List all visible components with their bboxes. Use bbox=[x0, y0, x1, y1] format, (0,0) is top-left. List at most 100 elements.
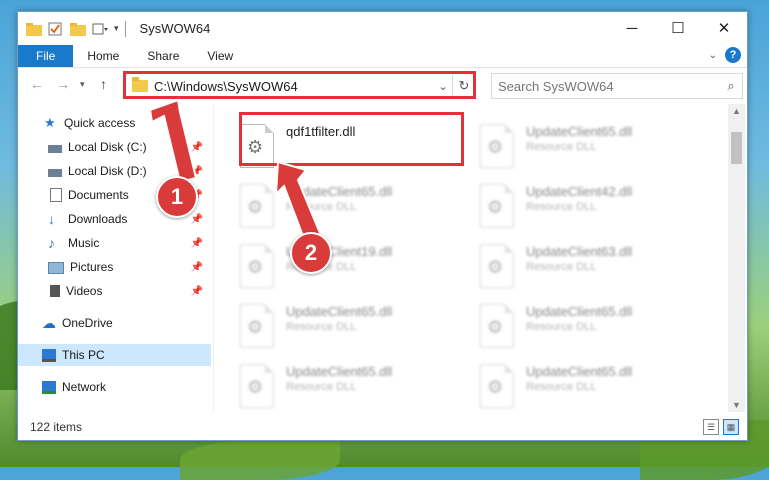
dll-file-icon: ⚙ bbox=[240, 244, 274, 288]
search-input[interactable] bbox=[492, 77, 720, 95]
close-button[interactable]: ✕ bbox=[701, 12, 747, 44]
file-item[interactable]: ⚙ UpdateClient42.dll Resource DLL bbox=[480, 182, 700, 234]
tab-share[interactable]: Share bbox=[133, 45, 193, 67]
nav-label: Quick access bbox=[64, 116, 136, 130]
nav-label: Local Disk (D:) bbox=[68, 164, 147, 178]
file-name: UpdateClient65.dll bbox=[526, 124, 633, 139]
item-count: 122 items bbox=[30, 420, 83, 434]
details-view-icon[interactable]: ☰ bbox=[703, 419, 719, 435]
nav-item-local-disk-c[interactable]: Local Disk (C:) 📌 bbox=[18, 136, 211, 158]
nav-item-onedrive[interactable]: ☁ OneDrive bbox=[18, 312, 211, 334]
file-item[interactable]: ⚙ UpdateClient65.dll Resource DLL bbox=[240, 302, 460, 354]
gear-icon: ⚙ bbox=[247, 377, 264, 397]
search-box[interactable]: ⌕ bbox=[491, 73, 743, 99]
nav-label: Downloads bbox=[68, 212, 128, 226]
dll-file-icon: ⚙ bbox=[240, 364, 274, 408]
help-button[interactable]: ? bbox=[725, 47, 741, 63]
pin-icon[interactable]: 📌 bbox=[191, 166, 203, 177]
forward-button[interactable]: → bbox=[56, 76, 70, 92]
scroll-down-icon[interactable]: ▼ bbox=[728, 400, 745, 410]
pin-icon[interactable]: 📌 bbox=[191, 238, 203, 249]
scrollbar-thumb[interactable] bbox=[731, 132, 742, 164]
gear-icon: ⚙ bbox=[487, 137, 504, 157]
file-item[interactable]: ⚙ UpdateClient65.dll Resource DLL bbox=[240, 182, 460, 234]
gear-icon: ⚙ bbox=[247, 197, 264, 217]
gear-icon: ⚙ bbox=[247, 317, 264, 337]
maximize-button[interactable]: ☐ bbox=[655, 12, 701, 44]
pin-icon[interactable]: 📌 bbox=[191, 142, 203, 153]
nav-item-network[interactable]: Network bbox=[18, 376, 211, 398]
music-note-icon: ♪ bbox=[48, 235, 55, 251]
refresh-icon[interactable]: ↻ bbox=[452, 75, 475, 97]
drive-icon bbox=[48, 168, 62, 177]
tab-file[interactable]: File bbox=[18, 45, 74, 67]
up-button[interactable]: ↑ bbox=[100, 76, 107, 92]
file-item[interactable]: ⚙ UpdateClient65.dll Resource DLL bbox=[480, 362, 700, 412]
nav-label: Videos bbox=[66, 284, 103, 298]
file-type: Resource DLL bbox=[526, 201, 597, 213]
pin-icon[interactable]: 📌 bbox=[191, 286, 203, 297]
nav-item-quick-access[interactable]: ★ Quick access bbox=[18, 112, 211, 134]
title-separator bbox=[124, 20, 126, 37]
nav-label: Network bbox=[62, 380, 107, 394]
dll-file-icon: ⚙ bbox=[480, 304, 514, 348]
new-folder-icon[interactable] bbox=[70, 22, 86, 36]
gear-icon: ⚙ bbox=[487, 257, 504, 277]
tab-view[interactable]: View bbox=[193, 45, 247, 67]
computer-icon bbox=[42, 349, 56, 362]
file-name: UpdateClient65.dll bbox=[286, 184, 393, 199]
vertical-scrollbar[interactable]: ▲ ▼ bbox=[728, 104, 745, 412]
address-dropdown-icon[interactable]: ⌄ bbox=[434, 80, 452, 93]
nav-label: Documents bbox=[68, 188, 129, 202]
pictures-icon bbox=[48, 262, 64, 274]
address-path[interactable]: C:\Windows\SysWOW64 bbox=[154, 79, 434, 94]
file-name: UpdateClient65.dll bbox=[526, 304, 633, 319]
title-bar: ▾ SysWOW64 ─ ☐ ✕ bbox=[18, 12, 747, 45]
back-button[interactable]: ← bbox=[30, 76, 44, 92]
nav-item-pictures[interactable]: Pictures 📌 bbox=[18, 256, 211, 278]
gear-icon: ⚙ bbox=[487, 377, 504, 397]
gear-icon: ⚙ bbox=[487, 317, 504, 337]
expand-ribbon-icon[interactable]: ⌄ bbox=[709, 50, 717, 61]
properties-icon[interactable] bbox=[48, 22, 64, 36]
nav-item-videos[interactable]: Videos 📌 bbox=[18, 280, 211, 302]
navigation-pane: ★ Quick access Local Disk (C:) 📌 Local D… bbox=[18, 104, 213, 412]
tab-home[interactable]: Home bbox=[73, 45, 133, 67]
step-2-badge: 2 bbox=[290, 232, 332, 274]
minimize-button[interactable]: ─ bbox=[609, 12, 655, 44]
download-arrow-icon: ↓ bbox=[48, 211, 55, 227]
recent-locations-icon[interactable]: ▾ bbox=[80, 79, 85, 90]
file-name: UpdateClient65.dll bbox=[286, 364, 393, 379]
dll-file-icon: ⚙ bbox=[480, 124, 514, 168]
dll-file-icon: ⚙ bbox=[480, 184, 514, 228]
file-item[interactable]: ⚙ UpdateClient65.dll Resource DLL bbox=[480, 122, 700, 174]
file-type: Resource DLL bbox=[526, 261, 597, 273]
dll-file-icon: ⚙ bbox=[240, 184, 274, 228]
customize-toolbar-icon[interactable] bbox=[92, 22, 108, 36]
nav-label: Local Disk (C:) bbox=[68, 140, 147, 154]
file-name: UpdateClient63.dll bbox=[526, 244, 633, 259]
gear-icon: ⚙ bbox=[487, 197, 504, 217]
documents-icon bbox=[50, 188, 62, 202]
drive-icon bbox=[48, 144, 62, 153]
scroll-up-icon[interactable]: ▲ bbox=[728, 106, 745, 116]
nav-item-music[interactable]: ♪ Music 📌 bbox=[18, 232, 211, 254]
qa-dropdown-icon[interactable]: ▾ bbox=[114, 23, 119, 34]
nav-label: OneDrive bbox=[62, 316, 113, 330]
file-type: Resource DLL bbox=[286, 321, 357, 333]
file-item[interactable]: ⚙ UpdateClient63.dll Resource DLL bbox=[480, 242, 700, 294]
explorer-window: ▾ SysWOW64 ─ ☐ ✕ File Home Share View ⌄ … bbox=[17, 11, 748, 441]
pin-icon[interactable]: 📌 bbox=[191, 214, 203, 225]
pin-icon[interactable]: 📌 bbox=[191, 262, 203, 273]
file-type: Resource DLL bbox=[286, 381, 357, 393]
file-item[interactable]: ⚙ UpdateClient65.dll Resource DLL bbox=[480, 302, 700, 354]
file-item[interactable]: ⚙ UpdateClient19.dllResource DLL bbox=[240, 242, 460, 294]
file-item[interactable]: ⚙ UpdateClient65.dll Resource DLL bbox=[240, 362, 460, 412]
gear-icon: ⚙ bbox=[247, 257, 264, 277]
address-bar[interactable]: C:\Windows\SysWOW64 ⌄ ↻ bbox=[125, 73, 476, 99]
large-icons-view-icon[interactable]: ▦ bbox=[723, 419, 739, 435]
nav-label: Music bbox=[68, 236, 100, 250]
step-1-badge: 1 bbox=[156, 176, 198, 218]
nav-item-this-pc[interactable]: This PC bbox=[18, 344, 211, 366]
folder-icon bbox=[132, 77, 148, 92]
